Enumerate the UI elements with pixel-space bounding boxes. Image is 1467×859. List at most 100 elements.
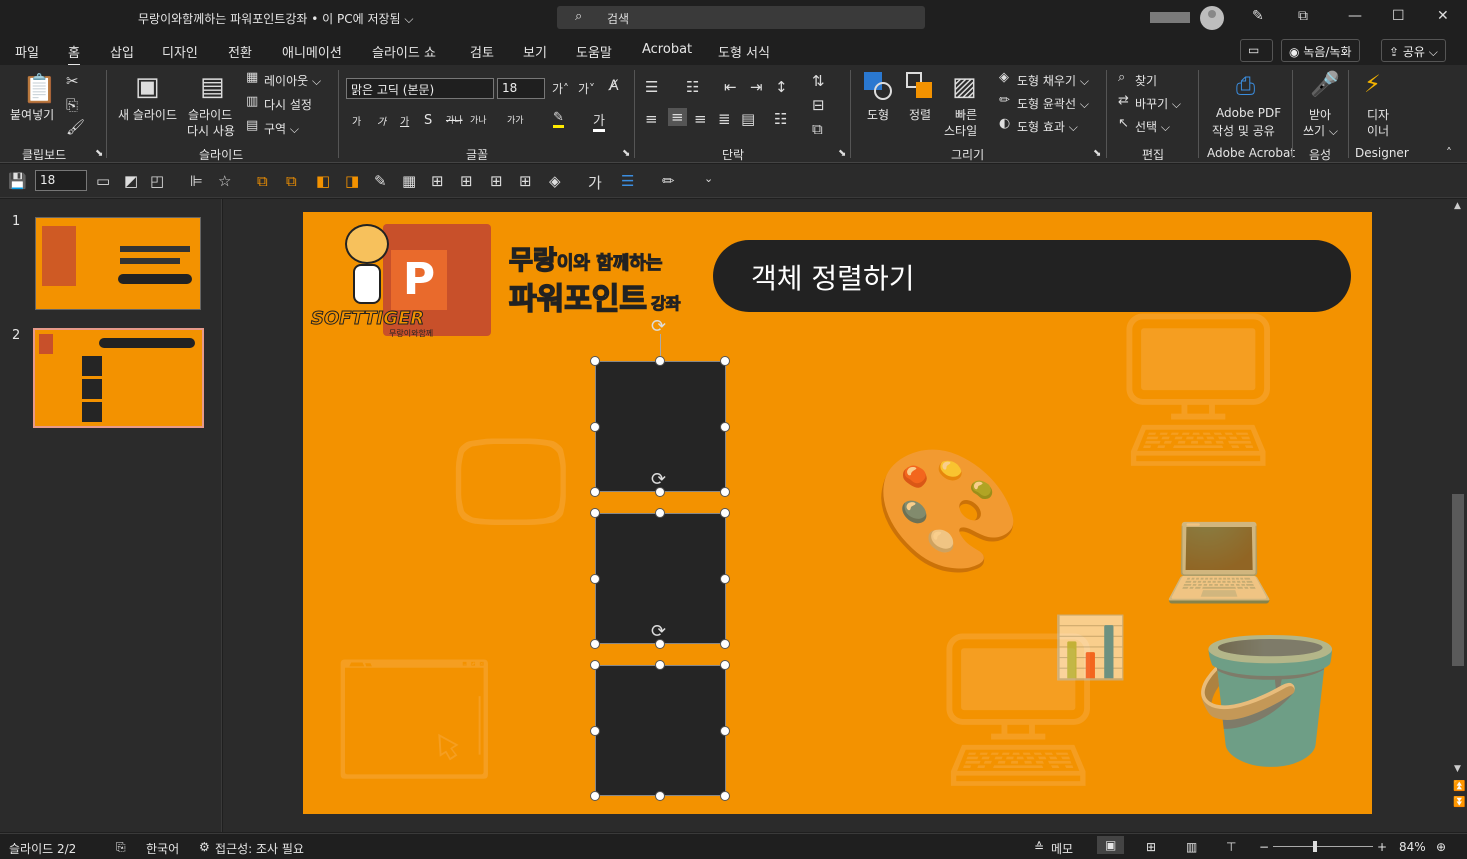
format-painter-icon[interactable]: 🖌 [66, 118, 85, 136]
designer-icon[interactable]: ⚡ [1364, 70, 1381, 98]
decrease-indent-icon[interactable]: ⇤ [724, 78, 737, 96]
search-box[interactable]: ⌕ 검색 [557, 6, 925, 29]
dialog-launcher-icon[interactable]: ⬊ [1093, 148, 1101, 159]
line-spacing-icon[interactable]: ↕ [775, 78, 788, 96]
slide-title[interactable]: 객체 정렬하기 [751, 257, 914, 297]
resize-handle[interactable] [655, 791, 665, 801]
resize-handle[interactable] [655, 660, 665, 670]
tab-transitions[interactable]: 전환 [228, 42, 252, 61]
collapse-ribbon-icon[interactable]: ˄ [1446, 146, 1452, 160]
shape-outline-icon[interactable]: ✏ [999, 93, 1010, 108]
dictate-label-1[interactable]: 받아 [1309, 106, 1331, 123]
font-color-qat-icon[interactable]: 가 [588, 172, 602, 193]
distributed-icon[interactable]: ▤ [741, 110, 755, 128]
paste-icon[interactable]: 📋 [22, 72, 57, 105]
bullets-icon[interactable]: ☰ [645, 78, 658, 96]
create-pdf-label-2[interactable]: 작성 및 공유 [1212, 122, 1275, 139]
tab-review[interactable]: 검토 [470, 42, 494, 61]
resize-handle[interactable] [655, 356, 665, 366]
pdf-icon[interactable]: ⎙ [1236, 72, 1255, 100]
copy-icon[interactable]: ⎘ [66, 96, 78, 114]
resize-handle[interactable] [655, 487, 665, 497]
ungroup-icon[interactable]: ◨ [345, 172, 359, 190]
grid-icon-2[interactable]: ⊞ [431, 172, 444, 190]
shape-outline-button[interactable]: 도형 윤곽선 ⌵ [1017, 95, 1089, 112]
highlight-icon[interactable]: ✎ [553, 110, 564, 128]
font-size-select[interactable]: 18 [497, 78, 545, 99]
resize-handle[interactable] [720, 422, 730, 432]
grid-icon-1[interactable]: ▦ [402, 172, 416, 190]
reset-icon[interactable]: ▥ [246, 94, 258, 109]
dialog-launcher-icon[interactable]: ⬊ [838, 148, 846, 159]
normal-view-icon[interactable]: ▣ [1097, 836, 1125, 854]
align-icon[interactable]: ⊫ [190, 172, 203, 190]
star-icon[interactable]: ☆ [218, 172, 231, 190]
vertical-scrollbar[interactable]: ▲ ▼ ⏫ ⏬ [1450, 199, 1467, 832]
find-icon[interactable]: ⌕ [1118, 70, 1125, 85]
shape-fill-icon[interactable]: ◈ [999, 70, 1009, 85]
justify-icon[interactable]: ≣ [718, 110, 731, 128]
zoom-slider-thumb[interactable] [1313, 841, 1317, 852]
resize-handle[interactable] [720, 487, 730, 497]
zoom-in-icon[interactable]: + [1377, 840, 1387, 854]
maximize-icon[interactable]: ☐ [1392, 8, 1405, 24]
resize-handle[interactable] [590, 791, 600, 801]
resize-handle[interactable] [720, 791, 730, 801]
notes-button[interactable]: 메모 [1051, 840, 1073, 857]
char-spacing-button[interactable]: 가나 [470, 113, 487, 126]
font-name-select[interactable]: 맑은 고딕 (본문) [346, 78, 494, 99]
zoom-out-icon[interactable]: − [1259, 840, 1269, 854]
qat-font-size[interactable]: 18 [35, 170, 87, 191]
align-text-icon[interactable]: ⊟ [812, 96, 825, 114]
reading-view-icon[interactable]: ▥ [1186, 840, 1197, 854]
tab-design[interactable]: 디자인 [162, 42, 198, 61]
language-indicator[interactable]: 한국어 [146, 840, 179, 857]
tab-file[interactable]: 파일 [15, 42, 39, 61]
record-button[interactable]: ◉ 녹음/녹화 [1281, 39, 1360, 62]
font-color-icon[interactable]: 가 [593, 110, 605, 132]
rectangle-shape-3[interactable] [595, 665, 726, 796]
group-icon[interactable]: ⧉ [257, 172, 268, 190]
align-right-icon[interactable]: ≡ [694, 110, 707, 128]
strikethrough-button[interactable]: 가나 [446, 113, 463, 126]
select-icon[interactable]: ↖ [1118, 116, 1129, 131]
pen-color-icon[interactable]: ✏ [662, 172, 675, 190]
bring-front-icon[interactable]: ⧉ [286, 172, 297, 190]
slide-thumbnail-2[interactable] [33, 328, 204, 428]
prev-slide-icon[interactable]: ⏫ [1453, 781, 1465, 792]
find-button[interactable]: 찾기 [1135, 72, 1157, 89]
resize-handle[interactable] [590, 487, 600, 497]
send-back-icon[interactable]: ◧ [316, 172, 330, 190]
quick-styles-label-1[interactable]: 빠른 [955, 106, 977, 123]
fit-to-window-icon[interactable]: ⊕ [1436, 840, 1446, 854]
shapes-label[interactable]: 도형 [867, 106, 889, 123]
resize-handle[interactable] [655, 639, 665, 649]
zoom-level[interactable]: 84% [1399, 840, 1426, 854]
slide[interactable]: 🖥 🎨 💻 🖥 🗔 🖵 🪣 📊 P SOFTTIGER 무랑이와함께 무랑이와 … [303, 212, 1372, 814]
share-button[interactable]: ⇪ 공유 ⌵ [1381, 39, 1446, 62]
text-direction-icon[interactable]: ⇅ [812, 72, 825, 90]
resize-handle[interactable] [720, 660, 730, 670]
resize-handle[interactable] [720, 574, 730, 584]
spellcheck-icon[interactable]: ⎘ [116, 840, 126, 855]
shape-fill-button[interactable]: 도형 채우기 ⌵ [1017, 72, 1089, 89]
save-icon[interactable]: 💾 [8, 172, 27, 190]
designer-label-2[interactable]: 이너 [1367, 122, 1389, 139]
section-icon[interactable]: ▤ [246, 118, 258, 133]
arrange-icon[interactable] [906, 72, 934, 100]
resize-handle[interactable] [590, 574, 600, 584]
dialog-launcher-icon[interactable]: ⬊ [622, 148, 630, 159]
reuse-slides-icon[interactable]: ▤ [200, 72, 225, 102]
document-title[interactable]: 무랑이와함께하는 파워포인트강좌 • 이 PC에 저장됨 ⌵ [138, 10, 413, 27]
grid-icon-4[interactable]: ⊞ [490, 172, 503, 190]
paste-button-label[interactable]: 붙여넣기 [10, 106, 54, 123]
customize-qat-icon[interactable]: ⌄ [704, 172, 713, 185]
tab-help[interactable]: 도움말 [576, 42, 612, 61]
italic-button[interactable]: 가 [377, 113, 386, 128]
resize-handle[interactable] [590, 726, 600, 736]
resize-handle[interactable] [590, 422, 600, 432]
scroll-down-icon[interactable]: ▼ [1454, 764, 1461, 774]
layout-button[interactable]: 레이아웃 ⌵ [264, 72, 321, 89]
arrange-label[interactable]: 정렬 [909, 106, 931, 123]
cut-icon[interactable]: ✂ [66, 72, 79, 90]
